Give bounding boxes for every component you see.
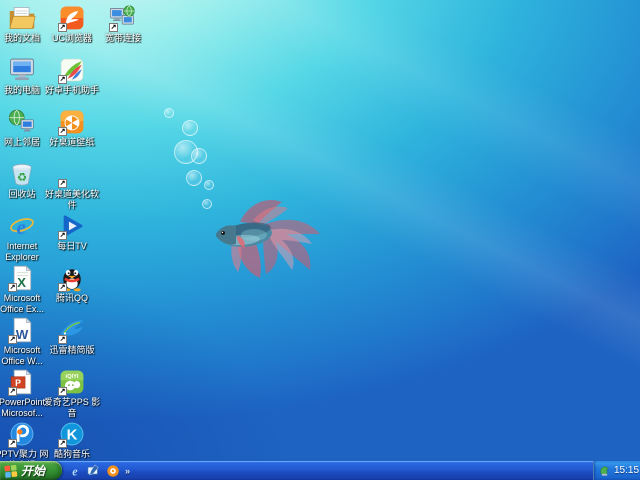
desktop-icon-meiri-tv[interactable]: ↗每日TV [40,212,104,252]
haozhuodao-wallpaper-icon-art: ↗ [58,108,86,136]
desktop-icon-label: 回收站 [8,189,35,200]
show-desktop-icon [87,464,101,478]
my-computer-icon-art [8,56,36,84]
system-tray: 15:15 [593,461,640,480]
uc-browser-icon-art: ↗ [58,4,86,32]
desktop-icon-label: 我的文档 [4,33,40,44]
haozhuodao-quick-icon [106,464,120,478]
ms-powerpoint-icon-art: P↗ [8,368,36,396]
my-documents-icon-art [8,4,36,32]
network-places-icon [8,108,36,136]
desktop-icon-label: Microsoft Office Ex... [0,293,44,314]
quick-launch-haozhuodao-quick[interactable] [106,464,120,478]
quick-launch-icons: e [68,464,120,478]
svg-text:e: e [16,215,25,239]
shortcut-arrow-icon: ↗ [58,127,67,136]
desktop-icon-label: 网上邻居 [4,137,40,148]
desktop-icon-label: UC浏览器 [52,33,92,44]
shortcut-arrow-icon: ↗ [8,335,17,344]
shortcut-arrow-icon: ↗ [58,387,67,396]
svg-text:♻: ♻ [17,170,27,184]
internet-explorer-icon-art: e [8,212,36,240]
tencent-qq-icon-art: ↗ [58,264,86,292]
ms-word-icon-art: W↗ [8,316,36,344]
pptv-icon-art: ↗ [8,420,36,448]
desktop-icon-label: 宽带连接 [105,33,141,44]
desktop-icon-label: 酷狗音乐 [54,449,90,460]
shortcut-arrow-icon: ↗ [8,283,17,292]
tray-clock[interactable]: 15:15 [614,465,639,476]
desktop-icon-phone-assistant[interactable]: ↗好卓手机助手 [40,56,104,96]
desktop-icon-xunlei-lite[interactable]: ↗迅雷精简版 [40,316,104,356]
desktop-icon-haozhuodao-wallpaper[interactable]: ↗好桌道壁纸 [40,108,104,148]
desktop-icon-label: 迅雷精简版 [49,345,94,356]
iqiyi-pps-icon-art: iQIYI ↗ [58,368,86,396]
quick-launch-bar: e » [68,461,130,480]
ie-icon: e [8,212,36,240]
desktop-icon-label: Internet Explorer [5,241,39,262]
ie-quick-icon: e [68,464,82,478]
svg-text:iQIYI: iQIYI [66,374,79,380]
desktop-icon-label: 好桌道壁纸 [49,137,94,148]
shortcut-arrow-icon: ↗ [58,335,67,344]
tray-utility-icon[interactable] [598,464,611,477]
meiri-tv-icon-art: ↗ [58,212,86,240]
desktop-icon-grid: 我的文档↗UC浏览器↗宽带连接我的电脑↗好卓手机助手网上邻居↗好桌道壁纸♻回收站… [0,0,640,461]
desktop-icon-label: 腾讯QQ [56,293,88,304]
svg-text:X: X [17,275,26,290]
desktop-icon-haozhuodao-beautify[interactable]: ↗好桌道美化软 件 [40,160,104,210]
quick-launch-overflow-chevron[interactable]: » [125,466,130,476]
ms-excel-icon-art: X↗ [8,264,36,292]
svg-text:W: W [16,327,29,342]
shortcut-arrow-icon: ↗ [8,439,17,448]
desktop-icon-broadband-connection[interactable]: ↗宽带连接 [91,4,155,44]
recycle-bin-icon-art: ♻ [8,160,36,188]
start-button-label: 开始 [21,462,45,479]
desktop-icon-kugou-music[interactable]: K↗酷狗音乐 [40,420,104,460]
desktop-icon-label: 每日TV [57,241,87,252]
desktop-screen: 我的文档↗UC浏览器↗宽带连接我的电脑↗好卓手机助手网上邻居↗好桌道壁纸♻回收站… [0,0,640,480]
my-computer-icon [8,56,36,84]
broadband-connection-icon-art: ↗ [109,4,137,32]
shortcut-arrow-icon: ↗ [58,231,67,240]
desktop-icon-tencent-qq[interactable]: ↗腾讯QQ [40,264,104,304]
shortcut-arrow-icon: ↗ [58,23,67,32]
haozhuodao-beautify-icon-art: ↗ [58,160,86,188]
xunlei-lite-icon-art: ↗ [58,316,86,344]
taskbar: 开始 e » 15:15 [0,461,640,480]
svg-text:e: e [72,464,78,478]
desktop-icon-label: 爱奇艺PPS 影 音 [44,397,101,418]
shortcut-arrow-icon: ↗ [109,23,118,32]
shortcut-arrow-icon: ↗ [8,387,17,396]
desktop-icon-label: 好卓手机助手 [45,85,99,96]
desktop-icon-label: 好桌道美化软 件 [45,189,99,210]
desktop-icon-label: 我的电脑 [4,85,40,96]
my-documents-icon [8,4,36,32]
desktop-icon-label: Microsoft Office W... [1,345,42,366]
phone-assistant-icon-art: ↗ [58,56,86,84]
desktop-icon-label: PowerPoint Microsof... [0,397,45,418]
windows-logo-icon [4,464,18,478]
desktop-icon-iqiyi-pps[interactable]: iQIYI ↗爱奇艺PPS 影 音 [40,368,104,418]
shortcut-arrow-icon: ↗ [58,179,67,188]
recycle-bin-icon: ♻ [8,160,36,188]
shortcut-arrow-icon: ↗ [58,283,67,292]
kugou-music-icon-art: K↗ [58,420,86,448]
svg-text:K: K [67,428,78,444]
network-places-icon-art [8,108,36,136]
quick-launch-ie-quick[interactable]: e [68,464,82,478]
start-button[interactable]: 开始 [0,461,62,480]
shortcut-arrow-icon: ↗ [58,439,67,448]
shortcut-arrow-icon: ↗ [58,75,67,84]
quick-launch-show-desktop[interactable] [87,464,101,478]
